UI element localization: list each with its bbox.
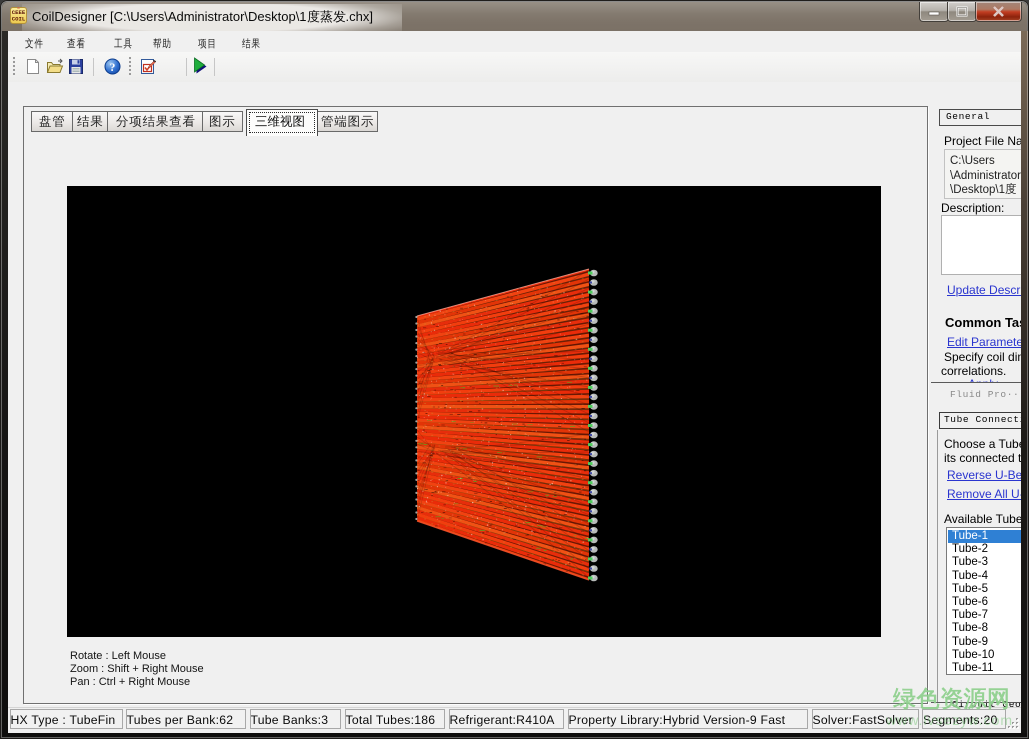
svg-text:COIL: COIL	[12, 16, 26, 23]
svg-text:?: ?	[110, 62, 116, 74]
